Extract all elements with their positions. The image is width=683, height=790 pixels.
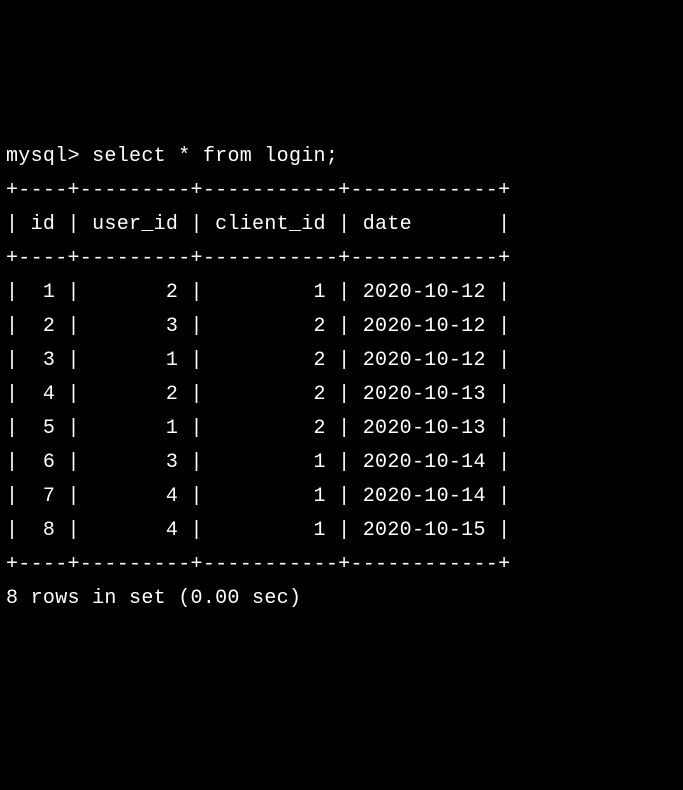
sql-query[interactable]: select * from login; — [92, 145, 338, 168]
table-border-bot: +----+---------+-----------+------------… — [6, 553, 510, 576]
table-header-row: | id | user_id | client_id | date | — [6, 213, 510, 236]
result-footer: 8 rows in set (0.00 sec) — [6, 587, 301, 610]
terminal-output: mysql> select * from login; +----+------… — [6, 140, 677, 616]
table-border-top: +----+---------+-----------+------------… — [6, 179, 510, 202]
mysql-prompt: mysql> — [6, 145, 92, 168]
table-border-mid: +----+---------+-----------+------------… — [6, 247, 510, 270]
table-body: | 1 | 2 | 1 | 2020-10-12 | | 2 | 3 | 2 |… — [6, 281, 510, 542]
